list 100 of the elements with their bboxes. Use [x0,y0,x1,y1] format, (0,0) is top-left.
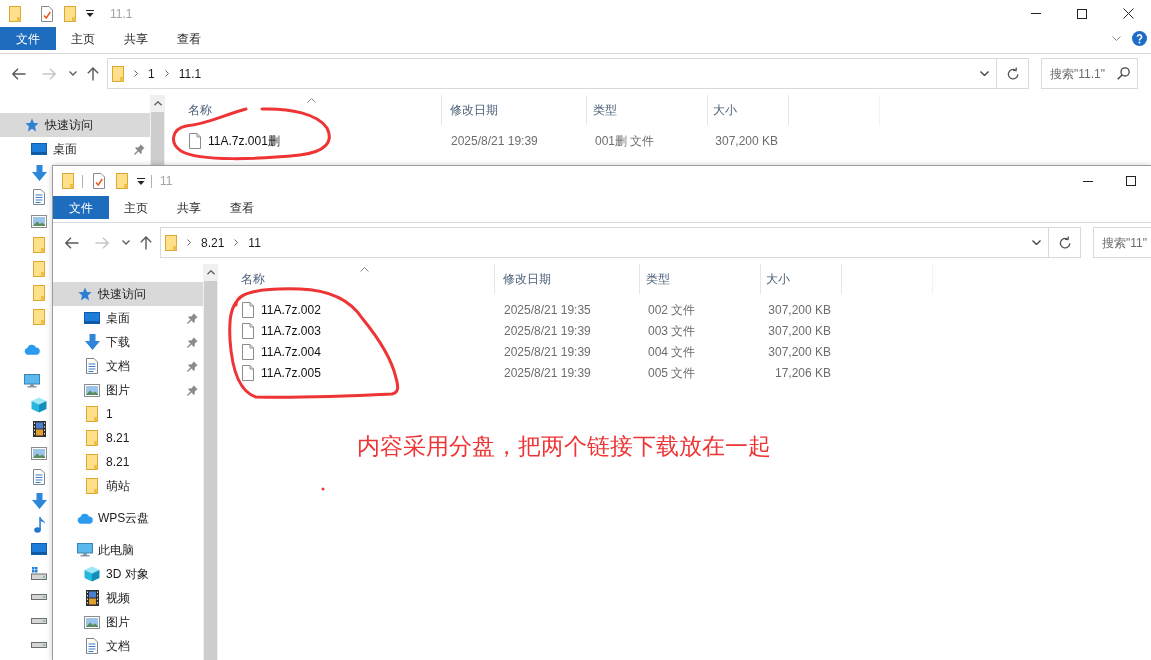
refresh-icon [1006,67,1019,80]
folder-icon [33,309,45,325]
download-arrow-icon [31,165,47,181]
file-name[interactable]: 11A.7z.002 [261,300,321,319]
chevron-down-icon [979,71,989,76]
desktop-icon [31,143,47,155]
window-title: 11.1 [110,5,133,23]
ribbon-tab[interactable]: 查看 [215,196,268,219]
music-note-icon [33,517,45,533]
chevron-down-icon[interactable] [1112,36,1121,41]
picture-icon [31,214,47,228]
column-header[interactable]: 名称 [218,264,495,294]
file-size: 307,200 KB [767,322,832,340]
maximize-icon [1126,176,1136,186]
scrollbar[interactable] [203,264,218,660]
folder-icon [86,454,98,470]
drive-icon [31,594,47,600]
file-type: 001删 文件 [594,132,656,150]
arrow-left-icon [65,236,79,249]
picture-icon [84,615,100,629]
scrollbar[interactable] [150,95,165,165]
modified-date: 2025/8/21 19:39 [503,343,592,361]
chevron-up-icon [153,101,162,106]
refresh-button[interactable] [1049,227,1081,258]
document-icon [33,189,45,205]
download-arrow-icon [84,334,100,350]
file-type: 004 文件 [647,343,697,361]
column-header[interactable]: 类型 [587,95,708,125]
picture-icon [31,446,47,460]
minimize-icon [1083,180,1093,182]
computer-icon [24,374,40,388]
file-name[interactable]: 11A.7z.004 [261,342,321,361]
dropdown-icon[interactable] [86,10,94,17]
folder-icon [62,173,74,189]
address-bar[interactable]: 1 11.1 [107,58,997,89]
chevron-right-icon [134,70,138,77]
breadcrumb-item[interactable]: 11.1 [178,64,202,83]
ribbon-tab[interactable]: 共享 [109,27,162,50]
caret-down-icon [69,71,77,76]
film-strip-icon [32,421,46,437]
breadcrumb-item[interactable]: 8.21 [201,233,225,252]
search-field[interactable]: 搜索"11" [1093,227,1151,258]
folder-icon [112,65,124,82]
ribbon-tab[interactable]: 查看 [162,27,215,50]
document-icon [86,358,98,374]
ribbon-tab[interactable]: 主页 [56,27,109,50]
folder-icon [86,430,98,446]
column-header[interactable]: 名称 [165,95,442,125]
file-name[interactable]: 11A.7z.001删 [208,131,280,150]
file-size: 307,200 KB [714,132,779,150]
refresh-icon [1058,236,1071,249]
folder-icon [33,237,45,253]
file-menu-tab[interactable]: 文件 [0,27,56,50]
folder-icon [9,5,21,22]
column-header[interactable]: 大小 [761,264,842,294]
ribbon-tab[interactable]: 主页 [109,196,162,219]
system-drive-icon [31,566,47,580]
search-icon [1117,67,1130,80]
drive-icon [31,642,47,648]
checked-document-icon[interactable] [93,173,105,189]
star-icon [78,287,92,301]
scrollbar-thumb[interactable] [151,112,164,165]
file-type: 002 文件 [647,301,697,319]
sidebar-item[interactable]: 快速访问 [53,282,203,306]
download-arrow-icon [31,493,47,509]
file-size: 17,206 KB [773,364,832,382]
cube-icon [84,566,100,582]
modified-date: 2025/8/21 19:39 [450,132,539,150]
checked-document-icon[interactable] [41,5,53,22]
refresh-button[interactable] [997,58,1029,89]
cloud-icon [24,343,40,355]
column-header[interactable]: 大小 [708,95,789,125]
document-icon [33,469,45,485]
arrow-up-icon [87,66,99,81]
address-bar[interactable]: 8.21 11 [160,227,1049,258]
help-icon[interactable] [1132,31,1147,46]
file-size: 307,200 KB [767,301,832,319]
arrow-right-icon [95,236,109,249]
ribbon-tab[interactable]: 共享 [162,196,215,219]
file-icon [242,364,254,381]
folder-icon [64,5,76,22]
folder-icon [33,285,45,301]
annotation-dot [321,487,325,491]
column-header[interactable]: 修改日期 [442,95,587,125]
file-menu-tab[interactable]: 文件 [53,196,109,219]
file-icon [242,301,254,318]
picture-icon [84,383,100,397]
sidebar-item[interactable]: 快速访问 [0,113,150,137]
cube-icon [31,397,47,413]
file-name[interactable]: 11A.7z.003 [261,321,321,340]
column-header[interactable]: 修改日期 [495,264,640,294]
scrollbar-thumb[interactable] [204,281,217,660]
search-field[interactable]: 搜索"11.1" [1041,58,1138,89]
breadcrumb-item[interactable]: 1 [148,64,155,83]
desktop-icon [31,543,47,555]
column-header[interactable]: 类型 [640,264,761,294]
dropdown-icon[interactable] [137,177,145,185]
breadcrumb-item[interactable]: 11 [248,233,261,252]
chevron-up-icon [206,270,215,275]
file-name[interactable]: 11A.7z.005 [261,363,321,382]
